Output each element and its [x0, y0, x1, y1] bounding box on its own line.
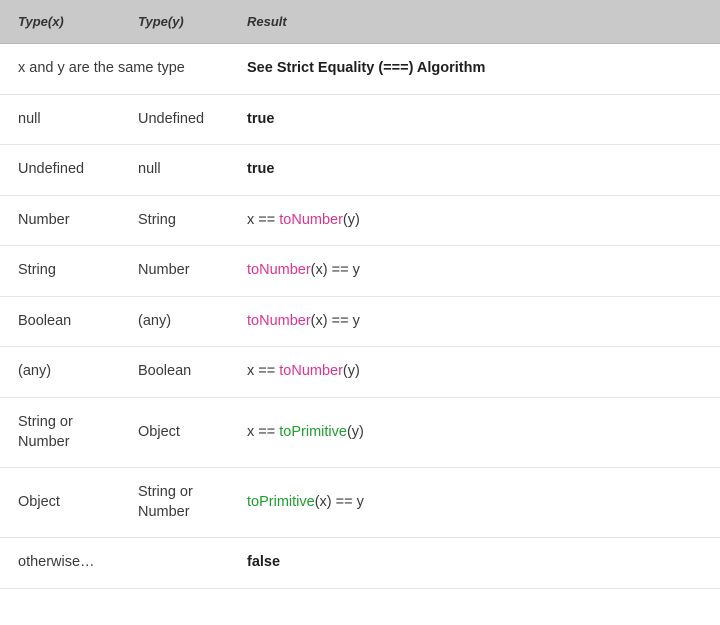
- cell-type-x: Boolean: [0, 296, 120, 348]
- result-bold-text: true: [247, 110, 275, 127]
- cell-result: toNumber(x) == y: [225, 296, 720, 348]
- cell-result: true: [225, 94, 720, 146]
- column-header-type-x: Type(x): [0, 0, 120, 44]
- table-body: x and y are the same type See Strict Equa…: [0, 43, 720, 589]
- cell-type-y: String: [120, 195, 225, 247]
- result-bold-text: See Strict Equality (===) Algorithm: [247, 60, 486, 76]
- column-header-type-y: Type(y): [120, 0, 225, 44]
- result-expression-text: (x) == y: [314, 493, 364, 510]
- table-row: Undefined null true: [0, 144, 720, 196]
- cell-result: See Strict Equality (===) Algorithm: [225, 43, 720, 95]
- table-header: Type(x) Type(y) Result: [0, 0, 720, 44]
- column-header-result: Result: [225, 0, 720, 44]
- result-function-name: toNumber: [247, 262, 311, 279]
- table-row: null Undefined true: [0, 94, 720, 146]
- cell-result: false: [225, 537, 720, 589]
- cell-result: x == toPrimitive(y): [225, 397, 720, 469]
- cell-result: true: [225, 144, 720, 196]
- result-expression-text: (y): [342, 363, 360, 380]
- cell-type-y: null: [120, 144, 225, 196]
- result-function-name: toNumber: [247, 312, 311, 329]
- cell-type-x: x and y are the same type: [0, 43, 225, 95]
- result-expression-text: x ==: [247, 423, 280, 440]
- result-function-name: toNumber: [279, 363, 343, 380]
- cell-type-y: Undefined: [120, 94, 225, 146]
- result-function-name: toPrimitive: [279, 423, 347, 440]
- cell-result: toPrimitive(x) == y: [225, 467, 720, 539]
- result-expression-text: (x) == y: [310, 262, 360, 279]
- table-row: otherwise… false: [0, 537, 720, 589]
- cell-type-x: null: [0, 94, 120, 146]
- result-expression-text: (y): [346, 423, 364, 440]
- abstract-equality-comparison-table: Type(x) Type(y) Result x and y are the s…: [0, 0, 720, 589]
- table-row: (any) Boolean x == toNumber(y): [0, 346, 720, 398]
- result-expression-text: (x) == y: [310, 312, 360, 329]
- result-function-name: toNumber: [279, 211, 343, 228]
- cell-type-y: Number: [120, 245, 225, 297]
- cell-type-x: String or Number: [0, 397, 120, 469]
- cell-type-y: Boolean: [120, 346, 225, 398]
- cell-type-y: (any): [120, 296, 225, 348]
- cell-type-y: String or Number: [120, 467, 225, 539]
- abstract-equality-table-container: Type(x) Type(y) Result x and y are the s…: [0, 0, 720, 589]
- table-row: Object String or Number toPrimitive(x) == …: [0, 467, 720, 539]
- cell-result: x == toNumber(y): [225, 346, 720, 398]
- cell-type-x: otherwise…: [0, 537, 225, 589]
- cell-type-x: Object: [0, 467, 120, 539]
- cell-type-x: Undefined: [0, 144, 120, 196]
- table-row: String Number toNumber(x) == y: [0, 245, 720, 297]
- table-header-row: Type(x) Type(y) Result: [0, 0, 720, 44]
- result-function-name: toPrimitive: [247, 493, 315, 510]
- table-row: x and y are the same type See Strict Equa…: [0, 43, 720, 95]
- table-row: Number String x == toNumber(y): [0, 195, 720, 247]
- table-row: Boolean (any) toNumber(x) == y: [0, 296, 720, 348]
- table-row: String or Number Object x == toPrimitive(y…: [0, 397, 720, 469]
- cell-result: toNumber(x) == y: [225, 245, 720, 297]
- result-expression-text: x ==: [247, 211, 280, 228]
- cell-type-x: Number: [0, 195, 120, 247]
- result-bold-text: true: [247, 161, 275, 178]
- cell-type-y: Object: [120, 397, 225, 469]
- result-bold-text: false: [247, 554, 281, 571]
- cell-type-x: (any): [0, 346, 120, 398]
- result-expression-text: x ==: [247, 363, 280, 380]
- result-expression-text: (y): [342, 211, 360, 228]
- cell-type-x: String: [0, 245, 120, 297]
- cell-result: x == toNumber(y): [225, 195, 720, 247]
